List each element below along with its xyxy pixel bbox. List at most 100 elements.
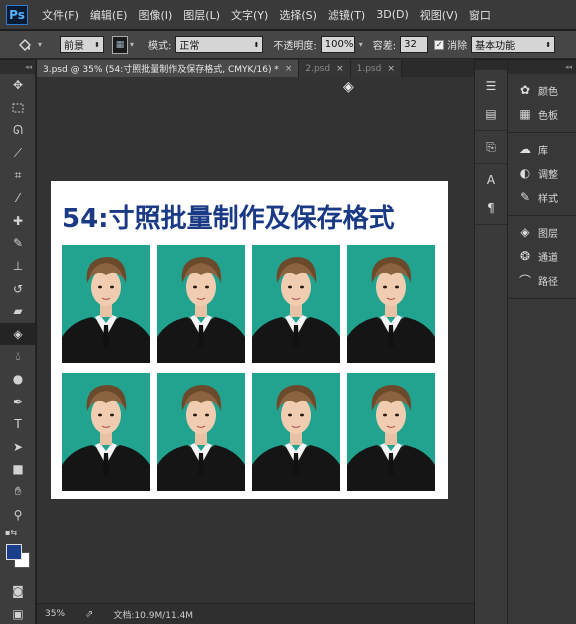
tools-panel-handle[interactable]: ◂◂ — [0, 60, 35, 74]
workspace-dropdown[interactable]: 基本功能 ⬍ — [471, 36, 556, 53]
eyedropper-tool-icon[interactable]: ⁄ — [0, 187, 36, 210]
panel-label: 路径 — [538, 276, 558, 288]
pen-tool-icon[interactable]: ✒ — [0, 390, 36, 413]
panel-color[interactable]: ✿ 颜色 — [508, 78, 576, 102]
panel-label: 样式 — [538, 193, 558, 205]
tab-2-psd[interactable]: 2.psd × — [299, 60, 351, 77]
zoom-tool-icon[interactable]: ⚲ — [0, 503, 36, 526]
palette-icon: ✿ — [519, 83, 531, 97]
lasso-tool-icon[interactable]: ᘏ — [0, 119, 36, 142]
styles-icon: ✎ — [519, 190, 531, 204]
opacity-input[interactable]: 100% — [320, 36, 355, 53]
color-panel-group: ✿ 颜色 ▦ 色板 — [508, 74, 576, 133]
eraser-tool-icon[interactable]: ▰ — [0, 300, 36, 323]
brush-tool-icon[interactable]: ✎ — [0, 232, 36, 255]
tolerance-label: 容差: — [372, 41, 397, 52]
share-icon[interactable]: ⇗ — [85, 609, 93, 620]
history-panel-icon[interactable]: ☰ — [479, 74, 503, 98]
foreground-color-chip[interactable] — [6, 543, 22, 560]
panel-swatches[interactable]: ▦ 色板 — [508, 102, 576, 126]
menu-type[interactable]: 文字(Y) — [231, 7, 268, 23]
menu-file[interactable]: 文件(F) — [42, 7, 79, 23]
adjustments-icon: ◐ — [519, 166, 531, 180]
menu-layer[interactable]: 图层(L) — [183, 7, 220, 23]
blur-tool-icon[interactable]: 💧︎ — [0, 345, 36, 368]
crop-tool-icon[interactable]: ⌗ — [0, 164, 36, 187]
opacity-arrow-icon[interactable]: ▾ — [359, 40, 363, 49]
document-title: 54:寸照批量制作及保存格式 — [62, 204, 395, 234]
mode-dropdown[interactable]: 正常 ⬍ — [175, 36, 264, 53]
panel-adjustments[interactable]: ◐ 调整 — [508, 161, 576, 185]
quick-select-tool-icon[interactable]: ⟋ — [0, 142, 36, 165]
close-icon[interactable]: × — [387, 64, 395, 74]
hand-tool-icon[interactable]: ✋︎ — [0, 481, 36, 504]
tab-3-psd[interactable]: 3.psd @ 35% (54:寸照批量制作及保存格式, CMYK/16) * … — [37, 60, 300, 77]
menu-3d[interactable]: 3D(D) — [376, 8, 409, 21]
document-canvas[interactable]: 54:寸照批量制作及保存格式 — [51, 181, 448, 499]
tab-1-psd[interactable]: 1.psd × — [350, 60, 402, 77]
antialias-label: 消除 — [447, 41, 468, 52]
panel-label: 图层 — [538, 228, 558, 240]
photoshop-logo: Ps — [6, 4, 28, 25]
menu-image[interactable]: 图像(I) — [138, 7, 172, 23]
menu-select[interactable]: 选择(S) — [279, 7, 317, 23]
menu-view[interactable]: 视图(V) — [420, 7, 458, 23]
menu-edit[interactable]: 编辑(E) — [90, 7, 128, 23]
menu-window[interactable]: 窗口 — [469, 7, 491, 23]
tab-label: 3.psd @ 35% (54:寸照批量制作及保存格式, CMYK/16) * — [43, 65, 279, 75]
paint-bucket-tool-icon[interactable]: ◈ — [0, 322, 36, 346]
paragraph-panel-icon[interactable]: ¶ — [479, 196, 503, 220]
close-icon[interactable]: × — [285, 64, 293, 74]
id-photo-grid — [62, 245, 437, 493]
fill-source-dropdown[interactable]: 前景 ⬍ — [60, 36, 105, 53]
healing-brush-tool-icon[interactable]: ✚ — [0, 210, 36, 233]
history-brush-tool-icon[interactable]: ↺ — [0, 277, 36, 300]
workspace-value: 基本功能 — [475, 41, 516, 52]
tools-panel: ◂◂ ✥ ᘏ ⟋ ⌗ ⁄ ✚ ✎ ⊥ ↺ ▰ ◈ 💧︎ ● ✒ T ➤ ■ ✋︎… — [0, 60, 36, 624]
pattern-arrow-icon[interactable]: ▾ — [130, 40, 134, 49]
type-tool-icon[interactable]: T — [0, 413, 36, 436]
properties-panel-icon[interactable]: ▤ — [479, 102, 503, 126]
close-icon[interactable]: × — [336, 64, 344, 74]
id-photo — [347, 245, 435, 363]
fill-source-value: 前景 — [64, 41, 85, 52]
dock-handle[interactable]: ◂◂ — [508, 60, 576, 74]
dodge-tool-icon[interactable]: ● — [0, 368, 36, 391]
panel-label: 调整 — [538, 169, 558, 181]
marquee-tool-icon[interactable] — [0, 97, 36, 120]
mode-label: 模式: — [148, 41, 172, 52]
color-chips[interactable] — [0, 540, 36, 580]
default-colors-icon[interactable]: ▪⇆ — [0, 526, 36, 540]
panel-channels[interactable]: ❂ 通道 — [508, 244, 576, 268]
tool-preset-arrow-icon[interactable]: ▾ — [38, 40, 42, 49]
id-photo — [62, 373, 150, 491]
paint-bucket-icon[interactable] — [14, 35, 36, 55]
tolerance-value: 32 — [404, 39, 417, 50]
panel-styles[interactable]: ✎ 样式 — [508, 185, 576, 209]
id-photo — [252, 373, 340, 491]
panel-icon-strip: ☰ ▤ ⎘ A ¶ — [474, 60, 508, 624]
tolerance-input[interactable]: 32 — [400, 36, 429, 53]
quick-mask-icon[interactable]: ◙ — [0, 580, 36, 603]
panel-library[interactable]: ☁ 库 — [508, 137, 576, 161]
opacity-label: 不透明度: — [273, 41, 317, 52]
layers-icon: ◈ — [520, 225, 530, 239]
path-select-tool-icon[interactable]: ➤ — [0, 436, 36, 459]
menu-filter[interactable]: 滤镜(T) — [328, 7, 365, 23]
rectangle-tool-icon[interactable]: ■ — [0, 458, 36, 481]
move-tool-icon[interactable]: ✥ — [0, 74, 36, 97]
clone-stamp-tool-icon[interactable]: ⊥ — [0, 255, 36, 278]
canvas-area[interactable]: ◈ 54:寸照批量制作及保存格式 — [37, 77, 474, 603]
pattern-swatch[interactable]: ▦ — [112, 35, 129, 54]
strip-handle[interactable] — [475, 60, 507, 70]
zoom-level[interactable]: 35% — [45, 609, 75, 619]
screen-mode-icon[interactable]: ▣ — [0, 602, 36, 624]
panel-layers[interactable]: ◈ 图层 — [508, 220, 576, 244]
info-panel-icon[interactable]: ⎘ — [479, 135, 503, 159]
character-panel-icon[interactable]: A — [479, 168, 503, 192]
layers-panel-group: ◈ 图层 ❂ 通道 ⌒ 路径 — [508, 216, 576, 299]
panel-label: 通道 — [538, 252, 558, 264]
antialias-checkbox[interactable]: ✓ — [434, 39, 445, 50]
panel-paths[interactable]: ⌒ 路径 — [508, 268, 576, 292]
document-size[interactable]: 文档:10.9M/11.4M — [113, 608, 193, 621]
